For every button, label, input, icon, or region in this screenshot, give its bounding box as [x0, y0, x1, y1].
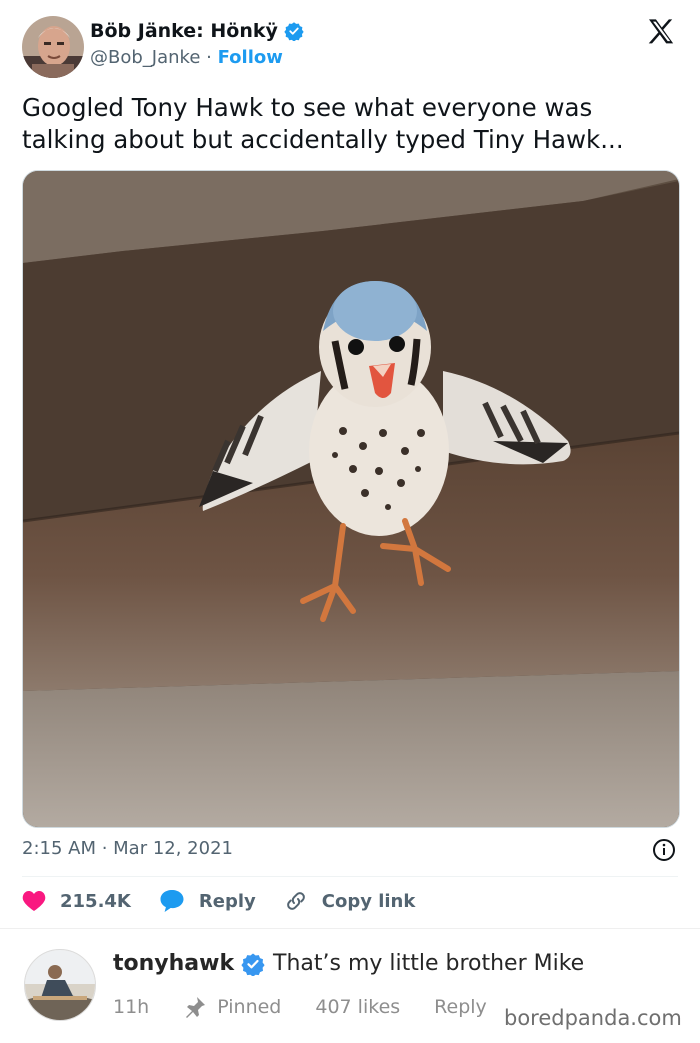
reply-label: Reply: [198, 890, 256, 912]
like-button[interactable]: 215.4K: [22, 890, 131, 912]
heart-icon: [22, 891, 46, 911]
author-avatar[interactable]: [22, 16, 84, 78]
commenter-avatar[interactable]: [24, 949, 96, 1021]
pin-icon: [186, 997, 206, 1018]
comment-meta: 11h Pinned 407 likes Reply: [113, 995, 521, 1019]
tweet-photo[interactable]: [22, 170, 680, 828]
handle-separator: ·: [206, 47, 212, 68]
verified-badge-icon: [284, 21, 304, 42]
tweet-divider: [22, 876, 678, 877]
tweet-actions: 215.4K Reply Copy link: [22, 886, 443, 916]
author-name[interactable]: Böb Jänke: Hönkÿ: [90, 20, 278, 42]
tweet-text: Googled Tony Hawk to see what everyone w…: [22, 93, 624, 154]
tweet-card: Böb Jänke: Hönkÿ @Bob_Janke · Follow Goo…: [0, 0, 700, 928]
comment-likes[interactable]: 407 likes: [315, 996, 400, 1018]
link-icon: [286, 892, 305, 910]
reply-button[interactable]: Reply: [159, 889, 256, 913]
comment-text: That’s my little brother Mike: [273, 951, 585, 976]
follow-button[interactable]: Follow: [218, 47, 283, 68]
copy-link-label: Copy link: [321, 890, 416, 912]
author-name-row: Böb Jänke: Hönkÿ: [90, 20, 304, 42]
pinned-label: Pinned: [217, 996, 282, 1018]
copy-link-button[interactable]: Copy link: [284, 889, 416, 913]
x-logo-icon[interactable]: [645, 16, 677, 48]
like-count: 215.4K: [60, 890, 131, 912]
verified-badge-icon: [241, 952, 265, 977]
tweet-timestamp[interactable]: 2:15 AM · Mar 12, 2021: [22, 838, 233, 859]
comment-reply-button[interactable]: Reply: [434, 996, 487, 1018]
commenter-username[interactable]: tonyhawk: [113, 951, 234, 976]
info-icon[interactable]: [652, 838, 676, 862]
author-handle-row: @Bob_Janke · Follow: [90, 47, 283, 68]
reply-bubble-icon: [160, 890, 184, 912]
watermark: boredpanda.com: [504, 1006, 682, 1030]
author-handle[interactable]: @Bob_Janke: [90, 47, 200, 68]
comment-age: 11h: [113, 996, 150, 1018]
